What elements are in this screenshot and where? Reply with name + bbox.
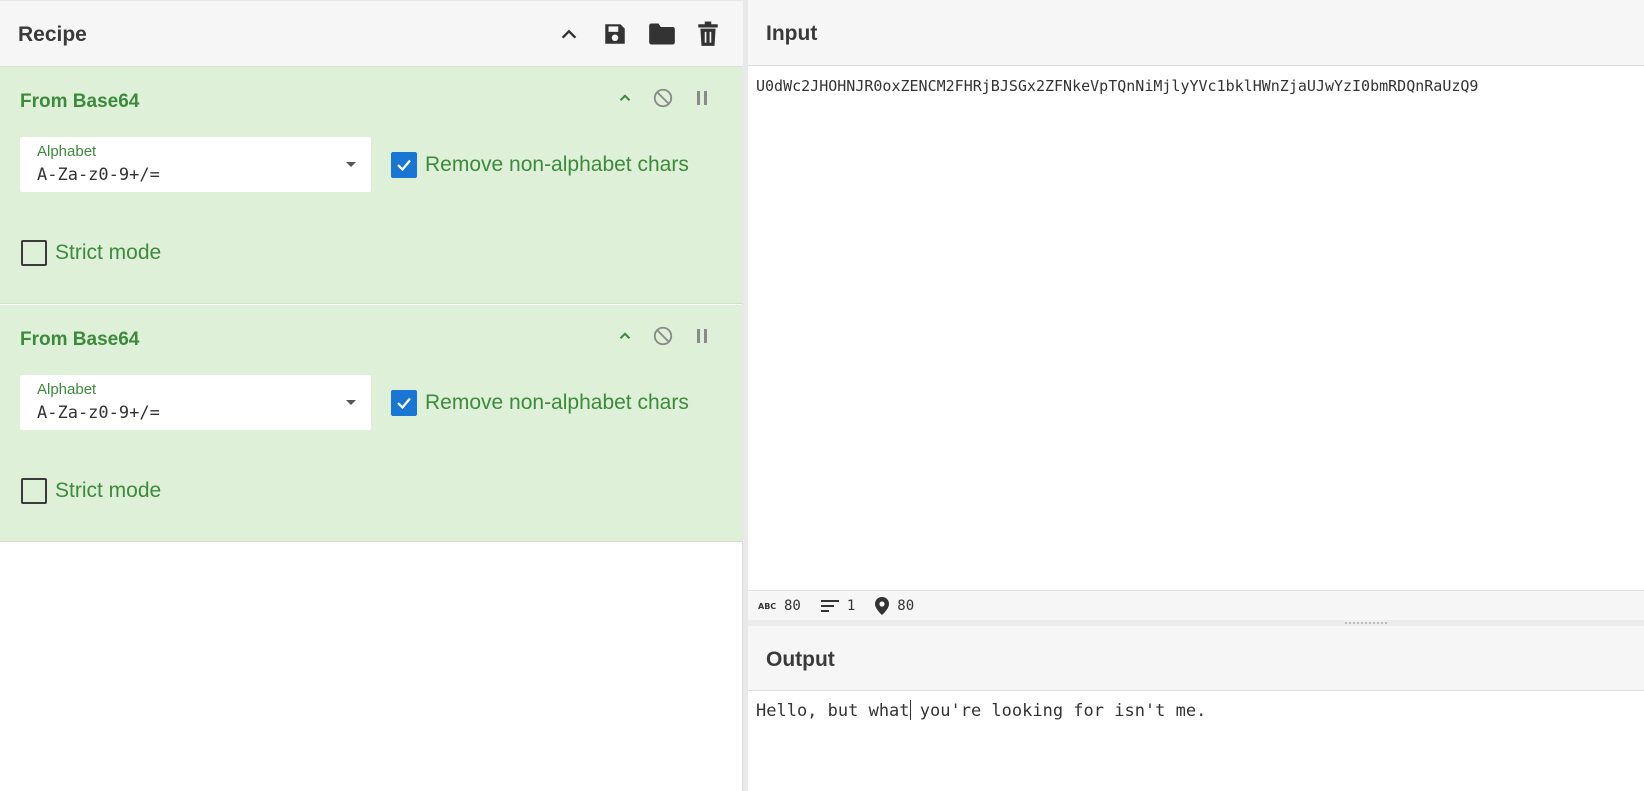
length-stat: ABC 80	[758, 598, 801, 614]
alphabet-select[interactable]: Alphabet A-Za-z0-9+/=	[20, 137, 371, 192]
operation-title: From Base64	[20, 91, 140, 112]
checkbox-checked-icon[interactable]	[391, 390, 417, 416]
output-text-before-caret: Hello, but what	[756, 701, 910, 721]
operation-from-base64: From Base64 Alphabet A-Za-z0-9+/= Remove…	[0, 67, 743, 304]
dropdown-caret-icon	[346, 400, 356, 405]
output-text-after-caret: you're looking for isn't me.	[909, 701, 1207, 721]
abc-icon: ABC	[758, 601, 776, 611]
alphabet-value: A-Za-z0-9+/=	[37, 165, 160, 185]
cyberchef-app: Recipe From Base64 Alphabet A-Za-z0-9+/=…	[0, 0, 1644, 791]
lines-stat: 1	[820, 597, 856, 614]
remove-non-alphabet-label: Remove non-alphabet chars	[425, 391, 689, 414]
input-header: Input	[748, 0, 1644, 66]
recipe-title: Recipe	[18, 23, 87, 46]
recipe-panel: Recipe From Base64 Alphabet A-Za-z0-9+/=…	[0, 0, 743, 791]
input-status-bar: ABC 80 1 80	[748, 590, 1644, 620]
pause-icon[interactable]	[688, 84, 716, 112]
input-title: Input	[766, 22, 818, 45]
lines-icon	[820, 599, 839, 613]
checkbox-unchecked-icon[interactable]	[21, 240, 47, 266]
input-textarea[interactable]: U0dWc2JHOHNJR0oxZENCM2FHRjBJSGx2ZFNkeVpT…	[756, 77, 1478, 95]
recipe-header: Recipe	[0, 0, 743, 67]
output-header: Output	[748, 626, 1644, 691]
remove-non-alphabet-label: Remove non-alphabet chars	[425, 153, 689, 176]
folder-icon[interactable]	[647, 19, 677, 49]
pause-icon[interactable]	[688, 322, 716, 350]
trash-icon[interactable]	[693, 19, 723, 49]
remove-non-alphabet-checkbox[interactable]: Remove non-alphabet chars	[391, 390, 689, 416]
checkbox-checked-icon[interactable]	[391, 152, 417, 178]
length-value: 80	[784, 597, 801, 614]
lines-value: 1	[846, 597, 856, 614]
grip-icon	[1344, 621, 1388, 625]
checkbox-unchecked-icon[interactable]	[21, 478, 47, 504]
strict-mode-checkbox[interactable]: Strict mode	[21, 478, 161, 504]
dropdown-caret-icon	[346, 162, 356, 167]
strict-mode-label: Strict mode	[55, 479, 162, 502]
strict-mode-checkbox[interactable]: Strict mode	[21, 240, 161, 266]
operation-from-base64: From Base64 Alphabet A-Za-z0-9+/= Remove…	[0, 305, 743, 542]
alphabet-value: A-Za-z0-9+/=	[37, 403, 160, 423]
remove-non-alphabet-checkbox[interactable]: Remove non-alphabet chars	[391, 152, 689, 178]
position-value: 80	[897, 597, 915, 614]
alphabet-select[interactable]: Alphabet A-Za-z0-9+/=	[20, 375, 371, 430]
alphabet-label: Alphabet	[37, 381, 97, 398]
output-title: Output	[766, 648, 835, 671]
chevron-up-icon[interactable]	[554, 19, 584, 49]
disable-icon[interactable]	[649, 84, 677, 112]
strict-mode-label: Strict mode	[55, 241, 162, 264]
location-pin-icon	[875, 596, 890, 615]
collapse-chevron-icon[interactable]	[611, 84, 639, 112]
output-textarea[interactable]: Hello, but what you're looking for isn't…	[756, 700, 1206, 721]
operation-title: From Base64	[20, 329, 140, 350]
svg-text:ABC: ABC	[758, 602, 776, 611]
disable-icon[interactable]	[649, 322, 677, 350]
save-icon[interactable]	[600, 19, 630, 49]
collapse-chevron-icon[interactable]	[611, 322, 639, 350]
position-stat: 80	[875, 596, 915, 615]
alphabet-label: Alphabet	[37, 143, 97, 160]
